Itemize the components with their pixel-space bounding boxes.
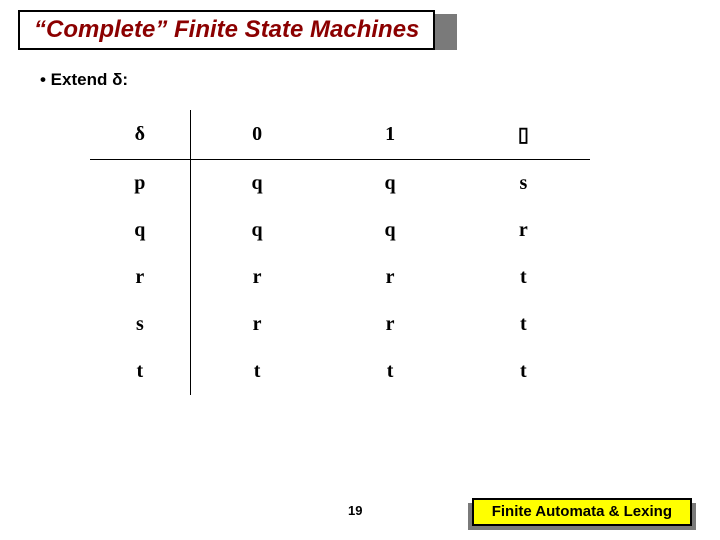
table-row: q q q r xyxy=(90,207,590,254)
delta-symbol: δ xyxy=(90,110,190,160)
cell: r xyxy=(190,254,323,301)
col-blank: ▯ xyxy=(457,110,590,160)
footer-box: Finite Automata & Lexing xyxy=(472,498,692,526)
cell: r xyxy=(323,254,456,301)
table-row: t t t t xyxy=(90,348,590,395)
cell: q xyxy=(190,207,323,254)
cell: t xyxy=(457,348,590,395)
cell: s xyxy=(457,160,590,208)
footer-label: Finite Automata & Lexing xyxy=(492,503,672,520)
cell: r xyxy=(457,207,590,254)
cell: t xyxy=(190,348,323,395)
page-number: 19 xyxy=(348,503,362,518)
table-row: r r r t xyxy=(90,254,590,301)
table-row: s r r t xyxy=(90,301,590,348)
cell: t xyxy=(457,254,590,301)
title-box: “Complete” Finite State Machines xyxy=(18,10,435,50)
state-cell: p xyxy=(90,160,190,208)
state-cell: s xyxy=(90,301,190,348)
transition-table: δ 0 1 ▯ p q q s q q q r r r r xyxy=(90,110,590,395)
table-row: p q q s xyxy=(90,160,590,208)
table-head-row: δ 0 1 ▯ xyxy=(90,110,590,160)
state-cell: q xyxy=(90,207,190,254)
cell: q xyxy=(190,160,323,208)
state-cell: t xyxy=(90,348,190,395)
state-cell: r xyxy=(90,254,190,301)
cell: t xyxy=(457,301,590,348)
cell: q xyxy=(323,207,456,254)
cell: t xyxy=(323,348,456,395)
bullet-extend: • Extend δ: xyxy=(40,70,128,90)
col-0: 0 xyxy=(190,110,323,160)
cell: r xyxy=(190,301,323,348)
cell: r xyxy=(323,301,456,348)
cell: q xyxy=(323,160,456,208)
col-1: 1 xyxy=(323,110,456,160)
slide-title: “Complete” Finite State Machines xyxy=(34,16,419,43)
